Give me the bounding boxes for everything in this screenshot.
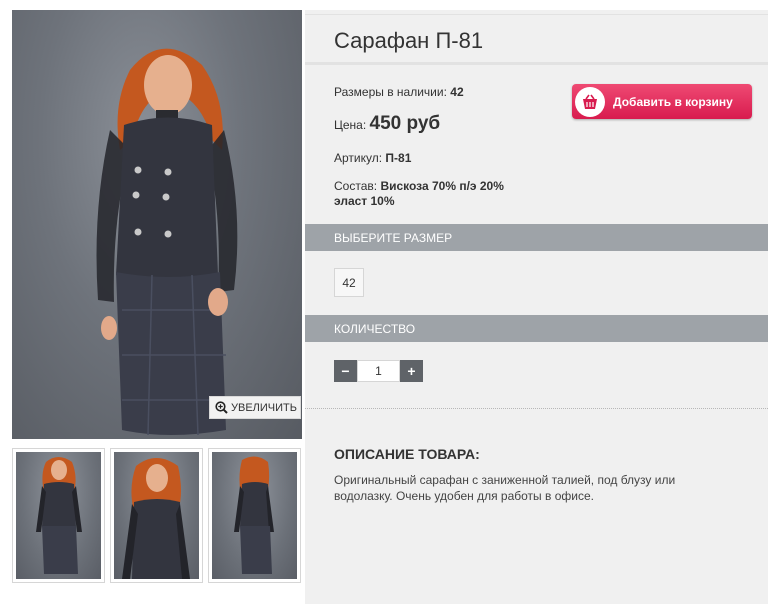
quantity-plus-button[interactable]: + [400,360,423,382]
basket-icon [575,86,605,117]
composition-label: Состав: [334,179,378,193]
title-bar: Сарафан П-81 [305,14,768,65]
composition-value-line2: эласт 10% [334,194,395,208]
price: Цена: 450 руб [334,113,440,135]
quantity-input[interactable] [357,360,400,382]
thumbnail-image [212,452,297,579]
thumbnail-3[interactable] [208,448,301,583]
add-to-cart-button[interactable]: Добавить в корзину [572,84,752,119]
product-gallery: УВЕЛИЧИТЬ [12,10,302,583]
product-title: Сарафан П-81 [334,28,484,53]
price-label: Цена: [334,118,367,132]
sizes-value: 42 [450,85,464,99]
size-option-label: 42 [342,275,356,290]
thumbnail-1[interactable] [12,448,105,583]
add-to-cart-label: Добавить в корзину [613,94,733,109]
thumbnail-image [16,452,101,579]
quantity-stepper: − + [334,360,423,382]
size-option-42[interactable]: 42 [334,268,364,297]
article-value: П-81 [385,151,412,165]
zoom-label: УВЕЛИЧИТЬ [231,401,297,414]
price-value: 450 руб [369,113,441,134]
size-section-title: ВЫБЕРИТЕ РАЗМЕР [334,230,453,245]
size-section-header: ВЫБЕРИТЕ РАЗМЕР [305,224,768,251]
sizes-label: Размеры в наличии: [334,85,447,99]
article: Артикул: П-81 [334,151,411,165]
thumbnail-strip [12,448,302,583]
main-product-photo[interactable]: УВЕЛИЧИТЬ [12,10,302,439]
article-label: Артикул: [334,151,383,165]
description-text: Оригинальный сарафан с заниженной талией… [334,473,676,503]
quantity-section-title: КОЛИЧЕСТВО [334,321,416,336]
thumbnail-2[interactable] [110,448,203,583]
thumbnail-image [114,452,199,579]
zoom-button[interactable]: УВЕЛИЧИТЬ [209,396,301,419]
product-details-panel: Сарафан П-81 Размеры в наличии: 42 Цена:… [305,10,768,604]
description-title: ОПИСАНИЕ ТОВАРА: [334,446,480,462]
quantity-minus-button[interactable]: − [334,360,357,382]
divider [305,408,768,409]
composition-value-line1: Вискоза 70% п/э 20% [380,179,504,193]
zoom-in-icon [215,401,228,414]
quantity-section-header: КОЛИЧЕСТВО [305,315,768,342]
model-photo-illustration [96,48,238,436]
sizes-available: Размеры в наличии: 42 [334,85,464,99]
composition: Состав: Вискоза 70% п/э 20% эласт 10% [334,179,504,209]
